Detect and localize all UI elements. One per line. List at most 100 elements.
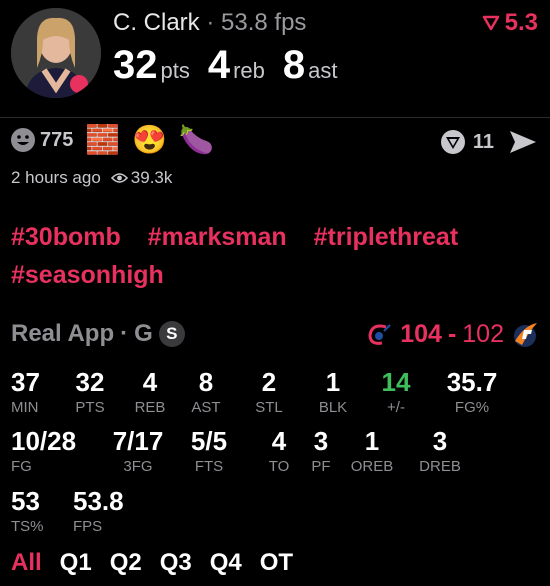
stat-label: PF — [311, 458, 331, 475]
stat-value: 8 — [198, 367, 214, 397]
headline-pts-value: 32 — [113, 43, 158, 87]
post-meta: 2 hours ago 39.3k — [11, 168, 172, 188]
period-tabs: All Q1 Q2 Q3 Q4 OT — [11, 549, 293, 577]
game-status: G — [134, 320, 153, 347]
game-score[interactable]: 104-102 — [364, 320, 540, 349]
tab-q2[interactable]: Q2 — [110, 549, 142, 577]
stat-label: MIN — [11, 399, 39, 416]
stat-pf: 3 PF — [304, 426, 338, 476]
stat-value: 37 — [11, 367, 40, 397]
hashtag-link[interactable]: #marksman — [148, 218, 287, 256]
stat-label: FG% — [454, 399, 490, 416]
stat-label: FTS — [194, 458, 224, 475]
stat-label: TO — [268, 458, 290, 475]
stat-to: 4 TO — [261, 426, 297, 476]
send-icon[interactable] — [508, 129, 538, 155]
header-divider — [0, 117, 550, 118]
stat-value: 5/5 — [190, 426, 228, 456]
view-count-value: 39.3k — [130, 168, 173, 187]
stat-label: DREB — [419, 458, 461, 475]
stat-value: 4 — [142, 367, 158, 397]
stat-fps: 53.8 FPS — [73, 486, 143, 536]
tab-q1[interactable]: Q1 — [60, 549, 92, 577]
stat-label: TS% — [11, 518, 44, 535]
player-avatar[interactable] — [11, 8, 101, 98]
stat-blk: 1 BLK — [313, 367, 353, 417]
home-team-logo-icon — [368, 323, 391, 345]
stat-fg-pct: 35.7 FG% — [440, 367, 504, 417]
stat-value: 14 — [381, 367, 411, 397]
reply-count: 11 — [472, 130, 494, 153]
stat-value: 32 — [75, 367, 105, 397]
player-name-line: C. Clark · 53.8 fps — [113, 9, 306, 37]
reaction-bar: 775 🧱 😍 🍆 — [10, 126, 214, 154]
tab-ot[interactable]: OT — [260, 549, 293, 577]
away-team-logo-icon — [514, 322, 537, 347]
eggplant-reaction-button[interactable]: 🍆 — [179, 126, 214, 154]
game-separator: · — [120, 320, 129, 347]
headline-reb-value: 4 — [207, 43, 231, 87]
home-score: 104 — [400, 320, 442, 348]
name-separator: · — [206, 9, 215, 36]
away-score: 102 — [462, 320, 504, 348]
stat-dreb: 3 DREB — [408, 426, 472, 476]
view-count: 39.3k — [110, 168, 173, 188]
stat-value: 53 — [11, 486, 40, 516]
smile-reaction-count: 775 — [40, 128, 74, 151]
time-ago: 2 hours ago — [11, 168, 101, 187]
stat-value: 35.7 — [446, 367, 498, 397]
player-photo — [11, 8, 101, 98]
stat-fg: 10/28 FG — [11, 426, 95, 476]
stat-label: BLK — [318, 399, 348, 416]
headline-pts-unit: pts — [160, 58, 190, 83]
stat-ts-pct: 53 TS% — [11, 486, 57, 536]
stat-pts: 32 PTS — [70, 367, 110, 417]
stat-label: FPS — [73, 518, 103, 535]
headline-ast-value: 8 — [282, 43, 306, 87]
stat-3fg: 7/17 3FG — [106, 426, 170, 476]
player-name[interactable]: C. Clark — [113, 9, 200, 36]
stat-label: REB — [134, 399, 166, 416]
tab-q4[interactable]: Q4 — [210, 549, 242, 577]
stat-value: 4 — [271, 426, 287, 456]
real-app-icon — [440, 130, 465, 154]
smile-icon — [11, 128, 35, 152]
smile-reaction-button[interactable]: 775 — [10, 127, 73, 153]
tab-all[interactable]: All — [11, 549, 42, 577]
stat-reb: 4 REB — [130, 367, 170, 417]
stat-label: OREB — [350, 458, 394, 475]
stat-value: 53.8 — [73, 486, 124, 516]
eye-icon — [110, 173, 128, 183]
stat-label: PTS — [75, 399, 105, 416]
heart-eyes-reaction-button[interactable]: 😍 — [132, 126, 167, 154]
fps-change-value: 5.3 — [504, 9, 538, 36]
stat-plus-minus: 14 +/- — [375, 367, 417, 417]
hashtag-link[interactable]: #triplethreat — [314, 218, 458, 256]
fps-change-badge: 5.3 — [481, 9, 538, 37]
stat-value: 10/28 — [11, 426, 77, 456]
hashtag-link[interactable]: #seasonhigh — [11, 256, 164, 294]
stat-value: 2 — [261, 367, 277, 397]
headline-stats: 32 pts 4 reb 8 ast — [113, 43, 356, 88]
stat-value: 1 — [325, 367, 341, 397]
stat-oreb: 1 OREB — [340, 426, 404, 476]
stat-value: 1 — [364, 426, 380, 456]
stat-stl: 2 STL — [249, 367, 289, 417]
reply-button[interactable]: 11 — [439, 128, 494, 156]
fps-value: 53.8 fps — [221, 9, 307, 36]
stat-fts: 5/5 FTS — [182, 426, 236, 476]
stat-value: 7/17 — [112, 426, 164, 456]
hashtag-link[interactable]: #30bomb — [11, 218, 121, 256]
game-source: Real App — [11, 320, 115, 347]
stat-label: STL — [255, 399, 283, 416]
share-bar: 11 — [439, 128, 538, 156]
brick-reaction-button[interactable]: 🧱 — [85, 126, 120, 154]
stat-label: +/- — [387, 399, 405, 416]
headline-ast-unit: ast — [308, 58, 338, 83]
headline-reb-unit: reb — [233, 58, 265, 83]
stat-value: 3 — [432, 426, 448, 456]
score-dash: - — [447, 320, 457, 348]
tab-q3[interactable]: Q3 — [160, 549, 192, 577]
hashtag-list: #30bomb #marksman #triplethreat #seasonh… — [11, 218, 541, 294]
game-source-line: Real App · G S — [11, 320, 185, 348]
